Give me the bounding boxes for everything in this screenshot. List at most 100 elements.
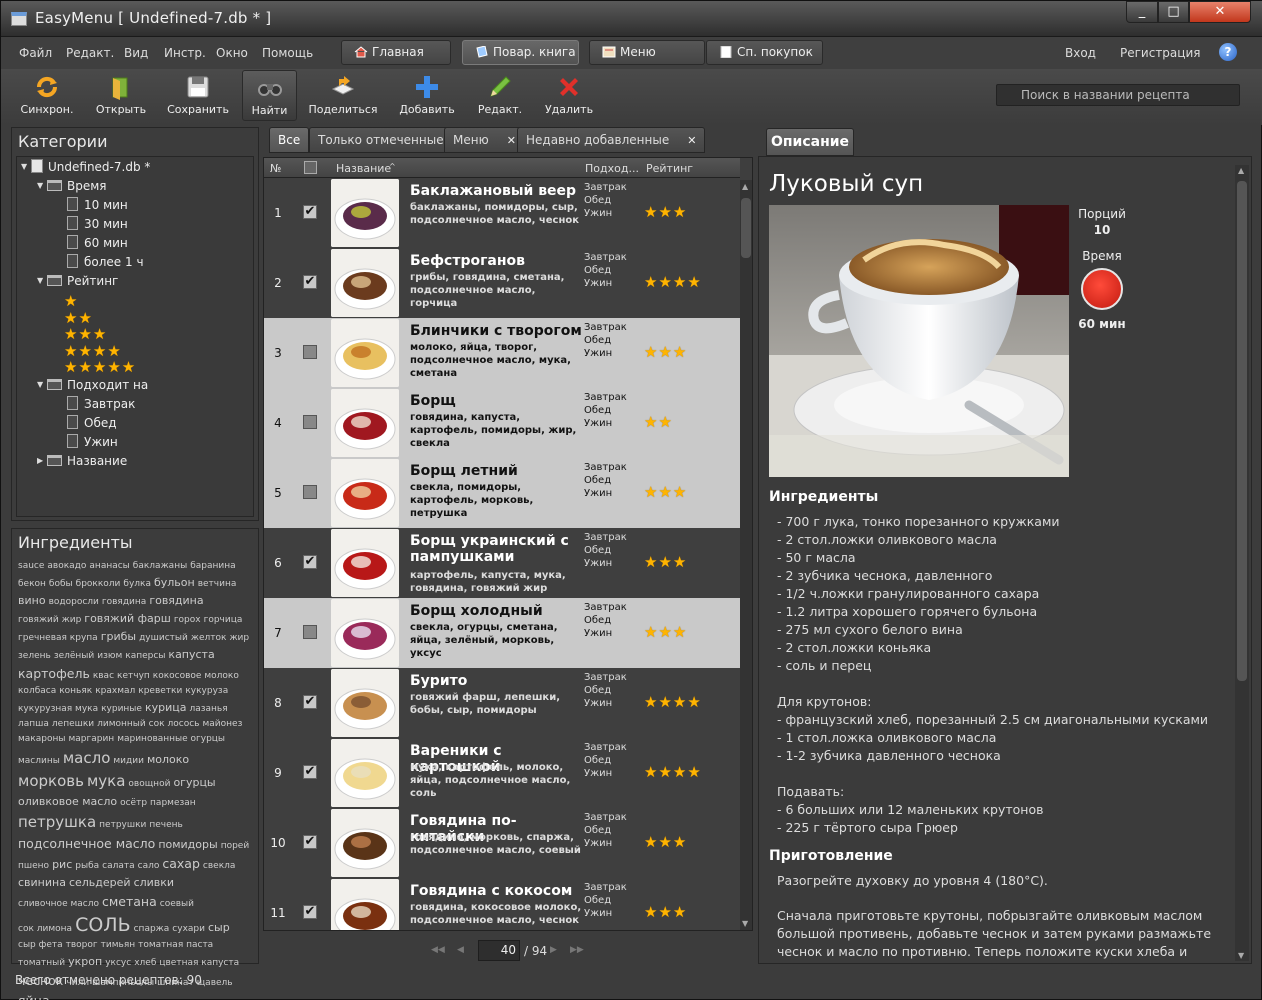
ingredient-tag[interactable]: желток <box>191 631 227 646</box>
row-checkbox[interactable]: ✔ <box>303 205 317 219</box>
row-checkbox[interactable]: ✔ <box>303 695 317 709</box>
ingredient-tag[interactable]: тимьян <box>101 938 135 953</box>
ingredient-tag[interactable]: маслины <box>18 754 60 769</box>
menu-file[interactable]: Файл <box>19 46 52 60</box>
recipe-row[interactable]: 10 ✔ Говядина по-китайски говядина, морковь… <box>264 808 740 878</box>
ingredient-tag[interactable]: майонез <box>202 717 242 732</box>
row-checkbox[interactable]: ✔ <box>303 905 317 919</box>
recipe-row[interactable]: 9 ✔ Вареники с картошкой мука, картофель, м… <box>264 738 740 808</box>
recipe-row[interactable]: 8 ✔ Бурито говяжий фарш, лепешки, бобы, сыр… <box>264 668 740 738</box>
ingredient-tag[interactable]: лосось <box>168 717 200 732</box>
ingredient-tag[interactable]: креветки <box>138 684 182 699</box>
ingredient-tag[interactable]: жир <box>229 631 249 646</box>
ingredient-tag[interactable]: петрушки <box>99 818 146 833</box>
ingredient-tag[interactable]: куриные <box>101 702 142 717</box>
ingredient-tag[interactable]: горчица <box>204 613 243 628</box>
menu-tools[interactable]: Инстр. <box>164 46 206 60</box>
ingredient-tag[interactable]: зелень <box>18 649 51 664</box>
ingredient-tag[interactable]: маргарин <box>68 732 114 747</box>
tree-item-10min[interactable]: 10 мин <box>67 196 128 214</box>
ingredient-tag[interactable]: вино <box>18 592 46 610</box>
tree-item-dinner[interactable]: Ужин <box>67 433 118 451</box>
ingredient-tag[interactable]: ветчина <box>198 577 237 592</box>
recipe-row[interactable]: 7 Борщ холодный свекла, огурцы, сметана, я… <box>264 598 740 668</box>
collapse-arrow-icon[interactable]: ▼ <box>37 177 47 195</box>
ingredient-tag[interactable]: пшено <box>18 859 49 874</box>
ingredient-tag[interactable]: лепешки <box>52 717 94 732</box>
ingredient-tag[interactable]: сыр фета <box>18 938 63 953</box>
header-name[interactable]: Название <box>336 162 391 175</box>
ingredient-tag[interactable]: изюм <box>97 649 122 664</box>
collapse-arrow-icon[interactable]: ▼ <box>37 376 47 394</box>
description-tab[interactable]: Описание <box>766 128 854 156</box>
ingredient-tag[interactable]: сметана <box>102 892 157 912</box>
ingredient-tag[interactable]: сало <box>138 859 160 874</box>
ingredient-tag[interactable]: горох <box>174 613 201 628</box>
menu-help[interactable]: Помощь <box>262 46 313 60</box>
ingredient-tag[interactable]: колбаса <box>18 684 56 699</box>
ingredient-tag[interactable]: сыр <box>208 919 230 937</box>
close-tab-icon[interactable]: ✕ <box>687 134 696 147</box>
ingredient-tag[interactable]: баранина <box>190 559 235 574</box>
row-checkbox[interactable] <box>303 415 317 429</box>
list-scrollbar[interactable]: ▲ ▼ <box>740 180 752 930</box>
list-tab-checked[interactable]: Только отмеченные <box>309 127 453 153</box>
scroll-thumb[interactable] <box>741 198 751 258</box>
ingredient-tag[interactable]: петрушка <box>18 811 96 834</box>
ingredient-tag[interactable]: авокадо <box>47 559 86 574</box>
last-page-icon[interactable]: ▶▶ <box>570 945 584 955</box>
ingredient-tag[interactable]: квас <box>93 669 114 684</box>
menu-view[interactable]: Вид <box>124 46 148 60</box>
recipe-row[interactable]: 2 ✔ Бефстроганов грибы, говядина, сметана, … <box>264 248 740 318</box>
ingredient-tag[interactable]: свекла <box>203 859 236 874</box>
tree-item-over1h[interactable]: более 1 ч <box>67 253 144 271</box>
tree-item-breakfast[interactable]: Завтрак <box>67 395 135 413</box>
ingredient-tag[interactable]: сахар <box>162 854 200 874</box>
ingredient-tag[interactable]: говядина <box>149 592 203 610</box>
ingredient-tag[interactable]: маринованные огурцы <box>117 732 225 747</box>
ingredient-tag[interactable]: морковь <box>18 770 84 793</box>
page-number-input[interactable]: 40 <box>478 940 520 961</box>
ingredient-tag[interactable]: бекон <box>18 577 46 592</box>
ingredient-tag[interactable]: уксус <box>105 956 131 971</box>
tree-node-suits[interactable]: ▼ Подходит на <box>37 376 148 394</box>
ingredient-tag[interactable]: булка <box>123 577 151 592</box>
scroll-down-icon[interactable]: ▼ <box>742 919 748 928</box>
recipe-row[interactable]: 4 Борщ говядина, капуста, картофель, помид… <box>264 388 740 458</box>
ingredient-tag[interactable]: говяжий жир <box>18 613 81 628</box>
ingredient-tag[interactable]: коньяк <box>59 684 92 699</box>
ingredient-tag[interactable]: курица <box>145 699 187 717</box>
ingredient-tag[interactable]: цветная капуста <box>159 956 239 971</box>
ingredient-tag[interactable]: зелёный <box>54 649 94 664</box>
tree-item-30min[interactable]: 30 мин <box>67 215 128 233</box>
ingredient-tag[interactable]: яйца <box>18 991 50 1000</box>
ingredient-tag[interactable]: щавель <box>197 976 233 991</box>
ingredient-tag[interactable]: каперсы <box>125 649 165 664</box>
ingredient-tag[interactable]: говядина <box>102 595 146 610</box>
ingredient-tag[interactable]: огурцы <box>173 774 215 792</box>
ingredient-tag[interactable]: томатный <box>18 956 65 971</box>
open-button[interactable]: Открыть <box>91 70 151 121</box>
row-checkbox[interactable]: ✔ <box>303 555 317 569</box>
ingredient-tag[interactable]: гречневая крупа <box>18 631 98 646</box>
ingredient-tag[interactable]: ананасы <box>89 559 129 574</box>
select-all-checkbox[interactable] <box>304 161 317 174</box>
menu-window[interactable]: Окно <box>216 46 248 60</box>
ingredient-tag[interactable]: рыба <box>75 859 99 874</box>
tree-root[interactable]: ▼ Undefined-7.db * <box>21 158 150 176</box>
add-button[interactable]: Добавить <box>395 70 459 121</box>
tree-node-name[interactable]: ▶ Название <box>37 452 127 470</box>
ingredient-tag[interactable]: овощной <box>128 777 170 792</box>
row-checkbox[interactable]: ✔ <box>303 765 317 779</box>
ingredient-tag[interactable]: капуста <box>168 646 214 664</box>
recipe-row[interactable]: 3 Блинчики с творогом молоко, яйца, творог… <box>264 318 740 388</box>
row-checkbox[interactable]: ✔ <box>303 835 317 849</box>
recipe-row[interactable]: 11 ✔ Говядина с кокосом говядина, кокосовое… <box>264 878 740 930</box>
row-checkbox[interactable] <box>303 485 317 499</box>
ingredient-tag[interactable]: оливковое масло <box>18 793 117 811</box>
ingredient-tag[interactable]: сливки <box>134 874 175 892</box>
recipe-row[interactable]: 5 Борщ летний свекла, помидоры, картофель,… <box>264 458 740 528</box>
ingredient-tag[interactable]: макароны <box>18 732 65 747</box>
recipe-row[interactable]: 1 ✔ Баклажановый веер баклажаны, помидоры, … <box>264 178 740 248</box>
ingredient-tag[interactable]: бобы <box>49 577 73 592</box>
